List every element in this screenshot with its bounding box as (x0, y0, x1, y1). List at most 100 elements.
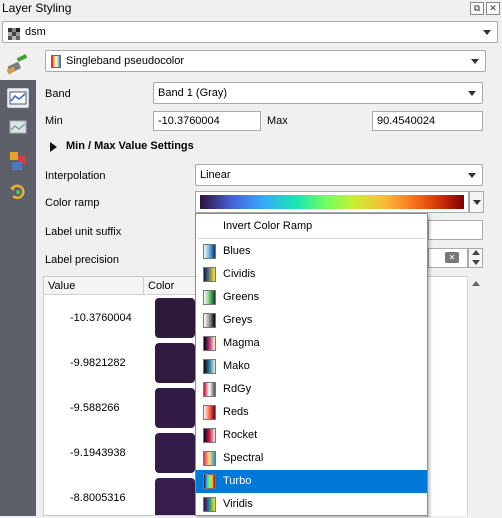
interpolation-select[interactable]: Linear (195, 164, 483, 186)
label-precision-label: Label precision (45, 254, 119, 266)
interpolation-label: Interpolation (45, 170, 106, 182)
min-input[interactable]: -10.3760004 (153, 111, 261, 131)
row-value[interactable]: -9.9821282 (70, 357, 126, 369)
row-value[interactable]: -8.8005316 (70, 492, 126, 504)
paintbrush-icon (5, 50, 31, 76)
ramp-item-turbo[interactable]: Turbo (196, 470, 427, 493)
ramp-item-label: Cividis (223, 268, 256, 280)
color-column-header[interactable]: Color (144, 277, 198, 295)
symbology-tab-icon[interactable] (7, 88, 29, 108)
expand-arrow-icon (50, 142, 57, 152)
interpolation-value: Linear (200, 169, 231, 181)
ramp-item-rocket[interactable]: Rocket (196, 424, 427, 447)
ramp-item-reds[interactable]: Reds (196, 401, 427, 424)
ramp-item-label: Mako (223, 360, 250, 372)
ramp-item-label: RdGy (223, 383, 252, 395)
rocket-ramp-icon (203, 428, 216, 443)
chevron-down-icon (471, 59, 479, 64)
ramp-item-label: Blues (223, 245, 251, 257)
chevron-down-icon (468, 91, 476, 96)
ramp-item-label: Greens (223, 291, 260, 303)
chevron-down-icon (468, 173, 476, 178)
label-unit-suffix-label: Label unit suffix (45, 226, 122, 238)
ramp-item-label: Greys (223, 314, 253, 326)
row-color-swatch[interactable] (155, 478, 195, 515)
chevron-down-icon (473, 200, 481, 205)
table-scrollbar[interactable] (467, 276, 483, 516)
max-input[interactable]: 90.4540024 (372, 111, 483, 131)
turbo-ramp-preview (200, 195, 464, 209)
ramp-item-greys[interactable]: Greys (196, 309, 427, 332)
color-ramp-label: Color ramp (45, 197, 100, 209)
viridis-ramp-icon (203, 497, 216, 512)
color-ramp-button[interactable] (195, 191, 469, 213)
greys-ramp-icon (203, 313, 216, 328)
label-unit-suffix-input[interactable] (428, 220, 483, 240)
row-color-swatch[interactable] (155, 298, 195, 338)
ramp-item-cividis[interactable]: Cividis (196, 263, 427, 286)
band-label: Band (45, 88, 71, 100)
ramp-item-blues[interactable]: Blues (196, 240, 427, 263)
magma-ramp-icon (203, 336, 216, 351)
ramp-item-label: Magma (223, 337, 260, 349)
ramp-item-greens[interactable]: Greens (196, 286, 427, 309)
table-row[interactable]: -9.9821282 (44, 341, 198, 386)
panel-title-bar: Layer Styling ⧉ ✕ (0, 0, 502, 20)
table-row[interactable]: -8.8005316 (44, 476, 198, 515)
layer-selector[interactable]: dsm (2, 21, 498, 43)
stepper-down-icon[interactable] (472, 260, 480, 265)
row-value[interactable]: -10.3760004 (70, 312, 132, 324)
scroll-up-icon[interactable] (472, 281, 480, 286)
ramp-item-spectral[interactable]: Spectral (196, 447, 427, 470)
turbo-ramp-icon (203, 474, 216, 489)
ramp-item-label: Viridis (223, 498, 253, 510)
history-tab-icon[interactable] (7, 182, 29, 202)
value-column-header[interactable]: Value (44, 277, 144, 295)
invert-color-ramp-item[interactable]: Invert Color Ramp (196, 215, 427, 238)
minmax-settings-label: Min / Max Value Settings (66, 140, 194, 152)
cividis-ramp-icon (203, 267, 216, 282)
color-ramp-dropdown-button[interactable] (469, 191, 484, 213)
row-color-swatch[interactable] (155, 388, 195, 428)
ramp-item-rdgy[interactable]: RdGy (196, 378, 427, 401)
pseudocolor-renderer-icon (51, 55, 61, 68)
band-value: Band 1 (Gray) (158, 87, 228, 99)
ramp-item-label: Reds (223, 406, 249, 418)
table-row[interactable]: -9.588266 (44, 386, 198, 431)
ramp-item-label: Turbo (223, 475, 252, 487)
chevron-down-icon (483, 30, 491, 35)
histogram-tab-icon[interactable] (7, 117, 29, 137)
rdgy-ramp-icon (203, 382, 216, 397)
band-select[interactable]: Band 1 (Gray) (153, 82, 483, 104)
color-ramp-menu: Invert Color Ramp Blues Cividis Greens Grey… (195, 213, 428, 518)
color-table: Value Color -10.3760004 -9.9821282 -9.5882… (43, 276, 199, 516)
table-row[interactable]: -10.3760004 (44, 296, 198, 341)
ramp-item-magma[interactable]: Magma (196, 332, 427, 355)
layer-stack-tab-icon[interactable] (7, 150, 29, 170)
min-label: Min (45, 115, 63, 127)
clear-icon[interactable]: ✕ (445, 252, 459, 263)
close-panel-button[interactable]: ✕ (486, 2, 500, 15)
row-color-swatch[interactable] (155, 433, 195, 473)
blues-ramp-icon (203, 244, 216, 259)
layer-name: dsm (25, 26, 46, 38)
label-precision-stepper[interactable] (468, 248, 483, 268)
greens-ramp-icon (203, 290, 216, 305)
row-color-swatch[interactable] (155, 343, 195, 383)
panel-title: Layer Styling (2, 1, 72, 15)
mako-ramp-icon (203, 359, 216, 374)
minmax-settings-toggle[interactable]: Min / Max Value Settings (50, 140, 490, 156)
renderer-value: Singleband pseudocolor (66, 55, 185, 67)
table-row[interactable]: -9.1943938 (44, 431, 198, 476)
row-value[interactable]: -9.588266 (70, 402, 120, 414)
row-value[interactable]: -9.1943938 (70, 447, 126, 459)
ramp-item-mako[interactable]: Mako (196, 355, 427, 378)
label-precision-input[interactable]: ✕ (428, 248, 468, 268)
menu-separator (198, 238, 425, 239)
renderer-type-select[interactable]: Singleband pseudocolor (45, 50, 486, 72)
stepper-up-icon[interactable] (472, 250, 480, 255)
spectral-ramp-icon (203, 451, 216, 466)
ramp-item-viridis[interactable]: Viridis (196, 493, 427, 516)
float-panel-button[interactable]: ⧉ (470, 2, 484, 15)
max-label: Max (267, 115, 288, 127)
